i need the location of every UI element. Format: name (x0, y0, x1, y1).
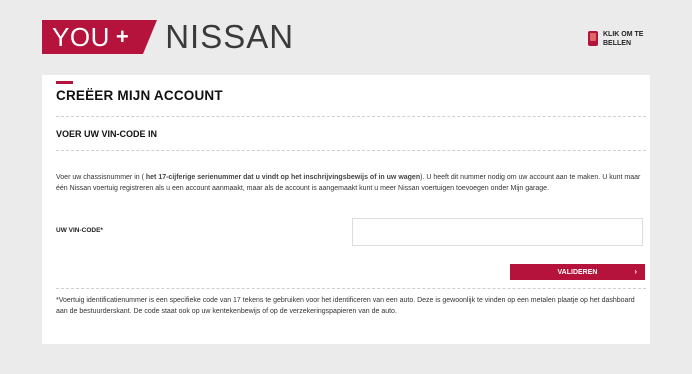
validate-button[interactable]: VALIDEREN › (510, 264, 645, 280)
call-button[interactable]: KLIK OM TE BELLEN (588, 30, 647, 48)
divider (56, 116, 646, 117)
description-highlight: het 17-cijferige serienummer dat u vindt… (145, 174, 421, 181)
chevron-right-icon: › (634, 267, 637, 276)
you-plus-nissan-logo[interactable]: YOU + NISSAN (42, 18, 295, 55)
logo-red-badge: YOU + (42, 20, 158, 54)
page-title: CREËER MIJN ACCOUNT (56, 88, 223, 103)
vin-footnote: *Voertuig identificatienummer is een spe… (56, 297, 635, 315)
divider (56, 288, 646, 289)
logo-plus-text: + (115, 24, 130, 49)
description-text: Voer uw chassisnummer in ( het 17-cijfer… (56, 172, 644, 194)
header: YOU + NISSAN KLIK OM TE BELLEN (0, 0, 692, 72)
divider (56, 150, 646, 151)
title-accent-bar (56, 81, 73, 84)
validate-label: VALIDEREN (557, 268, 598, 276)
call-label: KLIK OM TE BELLEN (603, 31, 644, 47)
description-start: Voer uw chassisnummer in ( (56, 174, 146, 181)
section-subtitle: VOER UW VIN-CODE IN (56, 129, 158, 139)
logo-nissan-text: NISSAN (165, 18, 295, 55)
vin-label: UW VIN-CODE* (56, 227, 103, 234)
vin-input[interactable] (352, 218, 643, 246)
account-card: CREËER MIJN ACCOUNT VOER UW VIN-CODE IN … (42, 75, 650, 344)
phone-icon (588, 31, 598, 46)
logo-you-text: YOU (52, 21, 110, 52)
